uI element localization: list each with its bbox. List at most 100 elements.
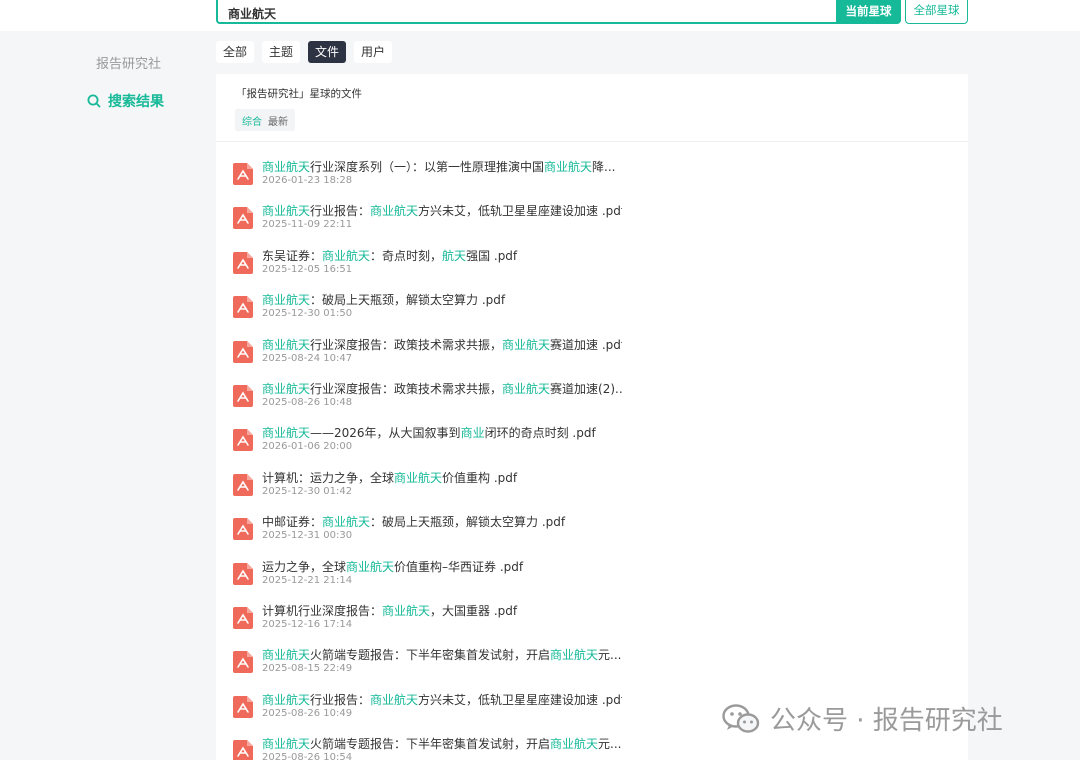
- page: 商业航天 当前星球 全部星球 报告研究社 搜索结果 全部 主题 文件 用户 「报…: [0, 0, 1080, 760]
- sort-tab-latest[interactable]: 最新: [265, 113, 291, 128]
- file-title-text: 中邮证券：: [262, 515, 323, 530]
- file-title-text: 计算机行业深度报告：: [262, 603, 383, 618]
- file-date: 2026-01-23 18:28: [262, 175, 353, 186]
- file-row[interactable]: 商业航天行业深度系列（一）：以第一性原理推演中国商业航天降... 2026-01-…: [232, 158, 952, 202]
- file-title[interactable]: 商业航天火箭端专题报告：下半年密集首发试射，开启商业航天元...: [262, 735, 622, 752]
- file-title-highlight: 商业航天: [262, 160, 311, 174]
- file-row[interactable]: 中邮证券：商业航天：破局上天瓶颈，解锁太空算力 .pdf 2025-12-31 0…: [232, 513, 952, 557]
- search-current-planet-button[interactable]: 当前星球: [836, 0, 901, 24]
- tab-all[interactable]: 全部: [216, 41, 255, 63]
- file-title-highlight: 商业航天: [262, 381, 311, 396]
- file-title-highlight: 商业航天: [262, 337, 311, 352]
- file-row[interactable]: 商业航天火箭端专题报告：下半年密集首发试射，开启商业航天元... 2025-08-…: [232, 735, 952, 760]
- file-title-highlight: 商业航天: [370, 204, 419, 219]
- file-row[interactable]: 东吴证券：商业航天：奇点时刻，航天强国 .pdf 2025-12-05 16:51: [232, 247, 952, 291]
- file-title-highlight: 商业航天: [370, 692, 419, 707]
- file-title-text: 火箭端专题报告：下半年密集首发试射，开启: [310, 737, 551, 752]
- wechat-icon: [722, 703, 760, 733]
- file-title-text: 赛道加速(2)...: [550, 381, 622, 396]
- file-row[interactable]: 商业航天：破局上天瓶颈，解锁太空算力 .pdf 2025-12-30 01:50: [232, 291, 952, 335]
- file-row[interactable]: 商业航天行业报告：商业航天方兴未艾，低轨卫星星座建设加速 .pdf 2025-11…: [232, 202, 952, 246]
- file-title[interactable]: 中邮证券：商业航天：破局上天瓶颈，解锁太空算力 .pdf: [262, 513, 622, 530]
- file-title-highlight: 商业航天: [262, 692, 311, 707]
- search-input[interactable]: 商业航天: [216, 0, 838, 24]
- file-title[interactable]: 计算机：运力之争，全球商业航天价值重构 .pdf: [262, 469, 622, 486]
- file-row[interactable]: 商业航天——2026年，从大国叙事到商业闭环的奇点时刻 .pdf 2026-01-…: [232, 424, 952, 468]
- file-title[interactable]: 商业航天火箭端专题报告：下半年密集首发试射，开启商业航天元...: [262, 646, 622, 663]
- file-title-text: 行业深度报告：政策技术需求共振，: [310, 337, 503, 352]
- file-date: 2026-01-06 20:00: [262, 441, 353, 453]
- file-title-highlight: 商业航天: [262, 293, 311, 308]
- file-title-highlight: 商业航天: [502, 337, 551, 352]
- file-title[interactable]: 商业航天行业报告：商业航天方兴未艾，低轨卫星星座建设加速 .pdf: [262, 691, 622, 708]
- file-date: 2025-08-26 10:54: [262, 752, 353, 760]
- pdf-file-icon: [233, 518, 253, 541]
- file-title-highlight: 商业航天: [262, 648, 311, 663]
- file-title-text: 强国 .pdf: [466, 248, 518, 263]
- file-title[interactable]: 商业航天行业深度系列（一）：以第一性原理推演中国商业航天降...: [262, 158, 622, 175]
- file-title-text: 降...: [592, 160, 616, 174]
- search-all-planets-button[interactable]: 全部星球: [905, 0, 968, 24]
- tab-files[interactable]: 文件: [308, 41, 347, 63]
- file-row[interactable]: 运力之争，全球商业航天价值重构–华西证券 .pdf 2025-12-21 21:1…: [232, 558, 952, 602]
- file-title-text: ：破局上天瓶颈，解锁太空算力 .pdf: [370, 515, 566, 530]
- file-row[interactable]: 商业航天火箭端专题报告：下半年密集首发试射，开启商业航天元... 2025-08-…: [232, 646, 952, 690]
- file-date: 2025-12-30 01:42: [262, 485, 353, 497]
- file-title-highlight: 商业航天: [262, 426, 311, 441]
- file-title-text: 行业报告：: [310, 204, 371, 219]
- file-title-text: ：破局上天瓶颈，解锁太空算力 .pdf: [310, 293, 506, 308]
- file-title-highlight: 商业航天: [550, 737, 599, 752]
- file-title[interactable]: 商业航天行业深度报告：政策技术需求共振，商业航天赛道加速(2)...: [262, 380, 622, 397]
- file-title-text: 计算机：运力之争，全球: [262, 470, 395, 485]
- file-row[interactable]: 计算机：运力之争，全球商业航天价值重构 .pdf 2025-12-30 01:42: [232, 469, 952, 513]
- pdf-file-icon: [233, 695, 253, 718]
- file-title[interactable]: 计算机行业深度报告：商业航天，大国重器 .pdf: [262, 602, 622, 619]
- file-title-text: 运力之争，全球: [262, 559, 347, 574]
- file-title[interactable]: 商业航天——2026年，从大国叙事到商业闭环的奇点时刻 .pdf: [262, 424, 622, 441]
- file-date: 2025-11-09 22:11: [262, 219, 353, 231]
- file-title-text: 方兴未艾，低轨卫星星座建设加速 .pdf: [418, 204, 622, 219]
- panel-title: 「报告研究社」星球的文件: [236, 88, 362, 100]
- sidebar-planet-title[interactable]: 报告研究社: [96, 53, 161, 72]
- file-title-text: 方兴未艾，低轨卫星星座建设加速 .pdf: [418, 692, 622, 707]
- file-row[interactable]: 商业航天行业深度报告：政策技术需求共振，商业航天赛道加速 .pdf 2025-08…: [232, 336, 952, 380]
- pdf-file-icon: [233, 562, 253, 585]
- file-row[interactable]: 商业航天行业深度报告：政策技术需求共振，商业航天赛道加速(2)... 2025-0…: [232, 380, 952, 424]
- file-date: 2025-08-26 10:48: [262, 396, 353, 408]
- file-title[interactable]: 东吴证券：商业航天：奇点时刻，航天强国 .pdf: [262, 247, 622, 264]
- file-title-highlight: 商业航天: [262, 737, 311, 752]
- file-title[interactable]: 运力之争，全球商业航天价值重构–华西证券 .pdf: [262, 558, 622, 575]
- file-title-text: ：奇点时刻，: [370, 248, 443, 263]
- tab-users[interactable]: 用户: [354, 41, 393, 63]
- search-icon: [87, 94, 101, 108]
- file-title-text: 价值重构 .pdf: [442, 470, 518, 485]
- file-title-text: 行业深度系列（一）：以第一性原理推演中国: [310, 160, 545, 174]
- pdf-file-icon: [233, 606, 253, 629]
- pdf-file-icon: [233, 740, 253, 760]
- file-title-text: ，大国重器 .pdf: [430, 603, 518, 618]
- watermark-text: 公众号 · 报告研究社: [770, 706, 1003, 736]
- file-title-text: ——2026年，从大国叙事到: [310, 426, 461, 441]
- file-list: 商业航天行业深度系列（一）：以第一性原理推演中国商业航天降... 2026-01-…: [232, 158, 952, 760]
- sort-tab-comprehensive[interactable]: 综合: [239, 113, 265, 128]
- file-title-highlight: 商业: [460, 426, 485, 441]
- divider: [216, 141, 968, 142]
- file-title-highlight: 商业航天: [322, 515, 371, 530]
- file-row[interactable]: 计算机行业深度报告：商业航天，大国重器 .pdf 2025-12-16 17:14: [232, 602, 952, 646]
- tab-topics[interactable]: 主题: [262, 41, 301, 63]
- pdf-file-icon: [233, 163, 253, 185]
- file-date: 2025-12-30 01:50: [262, 308, 353, 320]
- file-title[interactable]: 商业航天行业报告：商业航天方兴未艾，低轨卫星星座建设加速 .pdf: [262, 202, 622, 219]
- pdf-file-icon: [233, 340, 253, 363]
- sidebar-item-search-results[interactable]: 搜索结果: [87, 91, 164, 111]
- file-title-highlight: 商业航天: [550, 648, 599, 663]
- pdf-file-icon: [233, 384, 253, 407]
- file-date: 2025-08-24 10:47: [262, 352, 353, 364]
- file-date: 2025-08-26 10:49: [262, 707, 353, 719]
- file-title[interactable]: 商业航天行业深度报告：政策技术需求共振，商业航天赛道加速 .pdf: [262, 336, 622, 353]
- file-title-highlight: 商业航天: [394, 470, 443, 485]
- file-title[interactable]: 商业航天：破局上天瓶颈，解锁太空算力 .pdf: [262, 291, 622, 308]
- results-panel: 「报告研究社」星球的文件 综合 最新 商业航天行业深度系列（一）：以第一性原理推…: [216, 74, 968, 760]
- file-title-highlight: 商业航天: [322, 248, 371, 263]
- file-title-text: 元...: [598, 737, 622, 752]
